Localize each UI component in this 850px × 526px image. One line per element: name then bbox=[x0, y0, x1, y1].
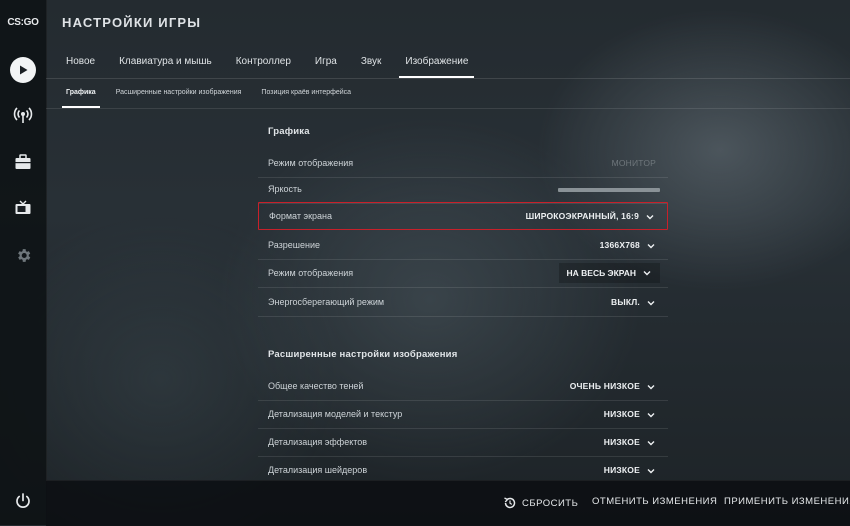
tab-keyboard-mouse[interactable]: Клавиатура и мышь bbox=[107, 48, 224, 78]
subtab-hud-edge[interactable]: Позиция краёв интерфейса bbox=[251, 80, 361, 108]
chevron-down-icon bbox=[643, 271, 651, 276]
setting-label: Формат экрана bbox=[269, 211, 332, 221]
shadow-quality-dropdown[interactable]: ОЧЕНЬ НИЗКОЕ bbox=[570, 373, 656, 400]
setting-row-effect-detail[interactable]: Детализация эффектов НИЗКОЕ bbox=[258, 429, 668, 457]
tabs-divider bbox=[46, 78, 850, 79]
subtabs-divider bbox=[46, 108, 850, 109]
setting-row-power-saving[interactable]: Энергосберегающий режим ВЫКЛ. bbox=[258, 289, 668, 317]
tv-icon bbox=[15, 200, 31, 214]
setting-label: Энергосберегающий режим bbox=[268, 297, 385, 307]
page-title: НАСТРОЙКИ ИГРЫ bbox=[62, 15, 202, 30]
apply-changes-button[interactable]: ПРИМЕНИТЬ ИЗМЕНЕНИЯ bbox=[724, 496, 850, 507]
sub-tabs: Графика Расширенные настройки изображени… bbox=[56, 80, 361, 108]
tab-audio[interactable]: Звук bbox=[349, 48, 394, 78]
aspect-ratio-dropdown[interactable]: ШИРОКОЭКРАННЫЙ, 16:9 bbox=[526, 203, 655, 230]
reset-button[interactable]: СБРОСИТЬ bbox=[503, 496, 578, 510]
setting-label: Разрешение bbox=[268, 240, 320, 250]
section-title-advanced: Расширенные настройки изображения bbox=[268, 349, 458, 360]
setting-label: Яркость bbox=[268, 184, 302, 194]
brightness-slider[interactable] bbox=[558, 188, 660, 192]
chevron-down-icon bbox=[647, 440, 655, 445]
setting-label: Детализация эффектов bbox=[268, 437, 368, 447]
setting-row-display-mode[interactable]: Режим отображения НА ВЕСЬ ЭКРАН bbox=[258, 260, 668, 288]
power-button[interactable] bbox=[0, 483, 46, 519]
chevron-down-icon bbox=[646, 214, 654, 219]
resolution-dropdown[interactable]: 1366X768 bbox=[600, 232, 656, 259]
effect-detail-dropdown[interactable]: НИЗКОЕ bbox=[604, 429, 656, 456]
play-icon bbox=[10, 57, 36, 83]
setting-row-brightness[interactable]: Яркость bbox=[258, 176, 668, 204]
setting-value: 1366X768 bbox=[599, 240, 640, 250]
setting-row-model-texture-detail[interactable]: Детализация моделей и текстур НИЗКОЕ bbox=[258, 401, 668, 429]
setting-row-display-mode-monitor[interactable]: Режим отображения МОНИТОР bbox=[258, 150, 668, 178]
watch-button[interactable] bbox=[0, 190, 46, 226]
broadcast-icon bbox=[13, 107, 33, 123]
gear-icon bbox=[17, 248, 30, 262]
tab-game[interactable]: Игра bbox=[303, 48, 349, 78]
cancel-changes-button[interactable]: ОТМЕНИТЬ ИЗМЕНЕНИЯ bbox=[592, 496, 717, 507]
play-button[interactable] bbox=[0, 52, 46, 88]
main-tabs: Новое Клавиатура и мышь Контроллер Игра … bbox=[54, 48, 480, 78]
subtab-advanced-video[interactable]: Расширенные настройки изображения bbox=[106, 80, 252, 108]
setting-value: ОЧЕНЬ НИЗКОЕ bbox=[569, 381, 640, 391]
display-mode-dropdown[interactable]: НА ВЕСЬ ЭКРАН bbox=[558, 263, 660, 283]
tab-video[interactable]: Изображение bbox=[393, 48, 480, 78]
power-saving-dropdown[interactable]: ВЫКЛ. bbox=[611, 289, 656, 316]
setting-value: ВЫКЛ. bbox=[611, 297, 640, 307]
setting-row-aspect-ratio[interactable]: Формат экрана ШИРОКОЭКРАННЫЙ, 16:9 bbox=[258, 202, 668, 230]
subtab-graphics[interactable]: Графика bbox=[56, 80, 106, 108]
setting-label: Режим отображения bbox=[268, 268, 354, 278]
setting-label: Режим отображения bbox=[268, 158, 354, 168]
tab-controller[interactable]: Контроллер bbox=[224, 48, 303, 78]
briefcase-icon bbox=[15, 154, 31, 169]
csgo-logo[interactable]: CS:GO bbox=[3, 13, 43, 33]
inventory-button[interactable] bbox=[0, 144, 46, 180]
left-rail: CS:GO bbox=[0, 0, 47, 525]
setting-value: ШИРОКОЭКРАННЫЙ, 16:9 bbox=[525, 211, 639, 221]
settings-button[interactable] bbox=[0, 237, 46, 273]
setting-label: Общее качество теней bbox=[268, 381, 364, 391]
model-texture-dropdown[interactable]: НИЗКОЕ bbox=[604, 401, 656, 428]
chevron-down-icon bbox=[647, 384, 655, 389]
chevron-down-icon bbox=[647, 468, 655, 473]
setting-value: НА ВЕСЬ ЭКРАН bbox=[566, 268, 637, 278]
setting-value: НИЗКОЕ bbox=[603, 409, 640, 419]
setting-value: НИЗКОЕ bbox=[603, 437, 640, 447]
reset-icon bbox=[504, 497, 516, 509]
setting-row-resolution[interactable]: Разрешение 1366X768 bbox=[258, 232, 668, 260]
setting-label: Детализация моделей и текстур bbox=[268, 409, 403, 419]
chevron-down-icon bbox=[647, 300, 655, 305]
reset-label: СБРОСИТЬ bbox=[522, 497, 579, 509]
power-icon bbox=[16, 493, 30, 508]
setting-value: МОНИТОР bbox=[611, 158, 656, 168]
chevron-down-icon bbox=[647, 243, 655, 248]
tab-new[interactable]: Новое bbox=[54, 48, 107, 78]
chevron-down-icon bbox=[647, 412, 655, 417]
section-title-graphics: Графика bbox=[268, 126, 310, 137]
broadcast-button[interactable] bbox=[0, 97, 46, 133]
setting-row-shadow-quality[interactable]: Общее качество теней ОЧЕНЬ НИЗКОЕ bbox=[258, 373, 668, 401]
